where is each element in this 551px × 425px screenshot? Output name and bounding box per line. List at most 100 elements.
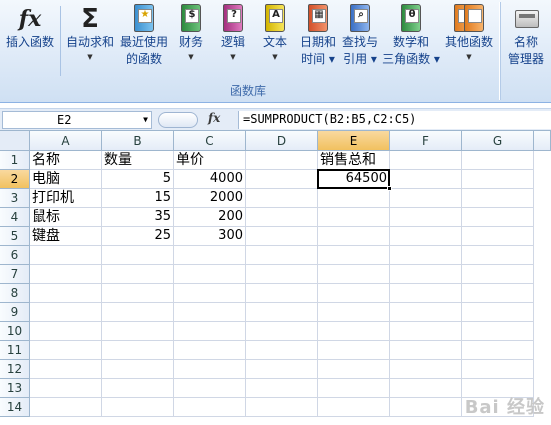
- cell-F5[interactable]: [390, 227, 462, 246]
- cell-B9[interactable]: [102, 303, 174, 322]
- cell-F1[interactable]: [390, 151, 462, 170]
- datetime-button[interactable]: ▦ 日期和 时间 ▾: [298, 2, 338, 68]
- financial-button[interactable]: $ 财务 ▼: [174, 2, 208, 63]
- cell-C2[interactable]: 4000: [174, 170, 246, 189]
- cell-F6[interactable]: [390, 246, 462, 265]
- formula-input[interactable]: =SUMPRODUCT(B2:B5,C2:C5): [238, 111, 551, 129]
- row-header-6[interactable]: 6: [0, 246, 30, 265]
- more-functions-button[interactable]: 其他函数 ▼: [442, 2, 496, 63]
- cell-A12[interactable]: [30, 360, 102, 379]
- column-header-C[interactable]: C: [174, 131, 246, 151]
- cell-D13[interactable]: [246, 379, 318, 398]
- cell-E5[interactable]: [318, 227, 390, 246]
- lookup-reference-button[interactable]: ⌕ 查找与 引用 ▾: [340, 2, 380, 68]
- cell-A10[interactable]: [30, 322, 102, 341]
- insert-function-button[interactable]: fx 插入函数: [4, 2, 56, 51]
- cell-C11[interactable]: [174, 341, 246, 360]
- cell-D8[interactable]: [246, 284, 318, 303]
- column-header-E[interactable]: E: [318, 131, 390, 151]
- cell-E6[interactable]: [318, 246, 390, 265]
- cell-D5[interactable]: [246, 227, 318, 246]
- cell-C3[interactable]: 2000: [174, 189, 246, 208]
- name-box[interactable]: E2 ▼: [2, 111, 152, 129]
- cell-F9[interactable]: [390, 303, 462, 322]
- cell-E11[interactable]: [318, 341, 390, 360]
- formula-bar-grip[interactable]: [158, 112, 198, 128]
- cell-B10[interactable]: [102, 322, 174, 341]
- dropdown-arrow-icon[interactable]: ▼: [143, 112, 148, 128]
- recent-functions-button[interactable]: ★ 最近使用 的函数: [118, 2, 170, 68]
- cell-A11[interactable]: [30, 341, 102, 360]
- column-header-G[interactable]: G: [462, 131, 534, 151]
- row-header-13[interactable]: 13: [0, 379, 30, 398]
- cell-G4[interactable]: [462, 208, 534, 227]
- row-header-14[interactable]: 14: [0, 398, 30, 417]
- row-header-7[interactable]: 7: [0, 265, 30, 284]
- cell-B1[interactable]: 数量: [102, 151, 174, 170]
- logical-button[interactable]: ? 逻辑 ▼: [216, 2, 250, 63]
- select-all-corner[interactable]: [0, 131, 30, 151]
- cell-G7[interactable]: [462, 265, 534, 284]
- cell-D4[interactable]: [246, 208, 318, 227]
- cell-D3[interactable]: [246, 189, 318, 208]
- text-button[interactable]: A 文本 ▼: [258, 2, 292, 63]
- cell-A2[interactable]: 电脑: [30, 170, 102, 189]
- row-header-12[interactable]: 12: [0, 360, 30, 379]
- cell-F8[interactable]: [390, 284, 462, 303]
- cell-G10[interactable]: [462, 322, 534, 341]
- cell-A1[interactable]: 名称: [30, 151, 102, 170]
- row-header-5[interactable]: 5: [0, 227, 30, 246]
- cell-G3[interactable]: [462, 189, 534, 208]
- cell-A13[interactable]: [30, 379, 102, 398]
- cell-F2[interactable]: [390, 170, 462, 189]
- cell-C1[interactable]: 单价: [174, 151, 246, 170]
- row-header-3[interactable]: 3: [0, 189, 30, 208]
- cell-F12[interactable]: [390, 360, 462, 379]
- cell-G5[interactable]: [462, 227, 534, 246]
- cell-E13[interactable]: [318, 379, 390, 398]
- cell-F7[interactable]: [390, 265, 462, 284]
- cell-C9[interactable]: [174, 303, 246, 322]
- cell-B12[interactable]: [102, 360, 174, 379]
- cell-C14[interactable]: [174, 398, 246, 417]
- cell-B13[interactable]: [102, 379, 174, 398]
- cell-C4[interactable]: 200: [174, 208, 246, 227]
- cell-E3[interactable]: [318, 189, 390, 208]
- cell-E9[interactable]: [318, 303, 390, 322]
- cell-F4[interactable]: [390, 208, 462, 227]
- cell-A7[interactable]: [30, 265, 102, 284]
- cell-D12[interactable]: [246, 360, 318, 379]
- cell-A4[interactable]: 鼠标: [30, 208, 102, 227]
- cell-G2[interactable]: [462, 170, 534, 189]
- cell-F14[interactable]: [390, 398, 462, 417]
- cell-B7[interactable]: [102, 265, 174, 284]
- cell-C13[interactable]: [174, 379, 246, 398]
- cell-F3[interactable]: [390, 189, 462, 208]
- cell-A3[interactable]: 打印机: [30, 189, 102, 208]
- cell-B3[interactable]: 15: [102, 189, 174, 208]
- cell-E4[interactable]: [318, 208, 390, 227]
- column-header-D[interactable]: D: [246, 131, 318, 151]
- cell-G1[interactable]: [462, 151, 534, 170]
- cell-B8[interactable]: [102, 284, 174, 303]
- cell-D9[interactable]: [246, 303, 318, 322]
- row-header-1[interactable]: 1: [0, 151, 30, 170]
- name-manager-button[interactable]: 名称 管理器: [504, 2, 548, 68]
- cell-F13[interactable]: [390, 379, 462, 398]
- cell-G12[interactable]: [462, 360, 534, 379]
- cell-C7[interactable]: [174, 265, 246, 284]
- cell-D11[interactable]: [246, 341, 318, 360]
- insert-function-fx-button[interactable]: fx: [208, 111, 220, 125]
- cell-C8[interactable]: [174, 284, 246, 303]
- cell-D1[interactable]: [246, 151, 318, 170]
- cell-D14[interactable]: [246, 398, 318, 417]
- cell-A5[interactable]: 键盘: [30, 227, 102, 246]
- cell-E12[interactable]: [318, 360, 390, 379]
- cell-F11[interactable]: [390, 341, 462, 360]
- cell-E10[interactable]: [318, 322, 390, 341]
- row-header-10[interactable]: 10: [0, 322, 30, 341]
- column-header-F[interactable]: F: [390, 131, 462, 151]
- row-header-8[interactable]: 8: [0, 284, 30, 303]
- cell-E1[interactable]: 销售总和: [318, 151, 390, 170]
- column-header-B[interactable]: B: [102, 131, 174, 151]
